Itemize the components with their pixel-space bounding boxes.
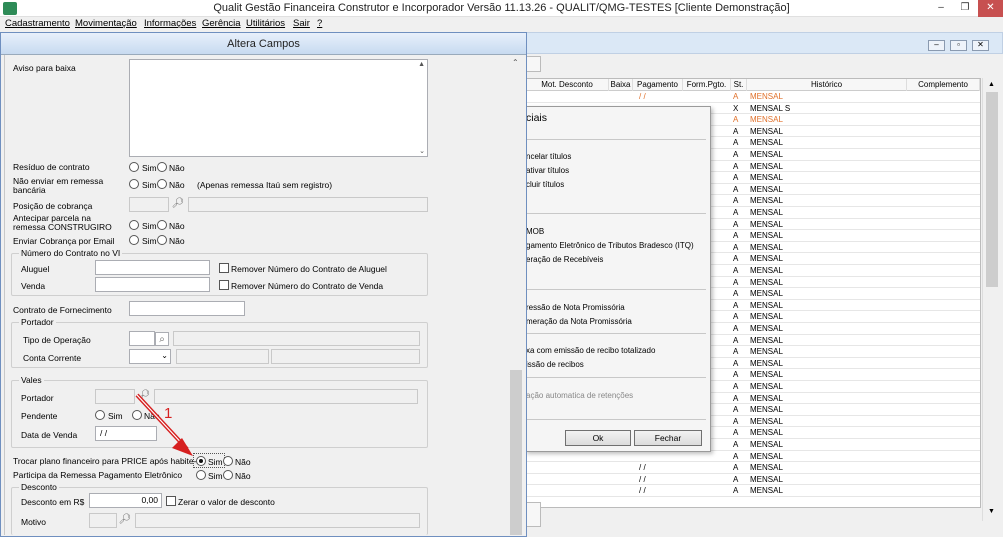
annotation-number: 1: [164, 405, 172, 422]
annotation-overlay: 1: [135, 393, 193, 456]
